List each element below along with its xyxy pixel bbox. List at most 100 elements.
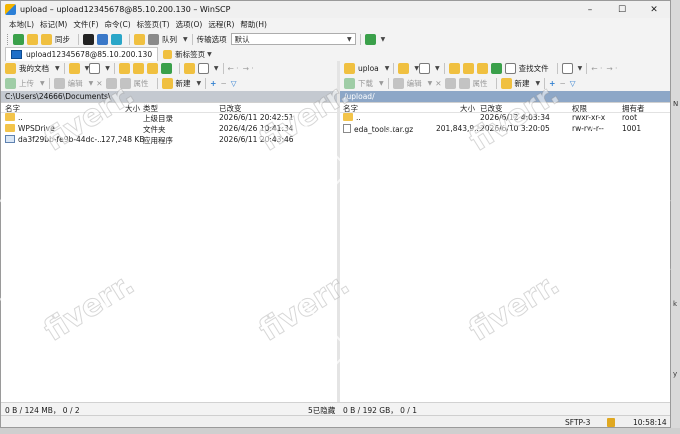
home-icon[interactable]	[146, 63, 158, 74]
transfer-preset-select[interactable]: 默认 ▼	[230, 33, 356, 45]
menu-tabs[interactable]: 标签页(T)	[137, 19, 170, 30]
minimize-button[interactable]: –	[574, 1, 606, 18]
remote-file-list[interactable]: 名字 大小 已改变 权限 拥有者 .. 2026/6/12 4:03:34 rw…	[340, 102, 670, 402]
terminal-icon[interactable]	[83, 33, 94, 45]
chevron-down-icon[interactable]: ▼	[428, 80, 433, 87]
remote-path-bar[interactable]: /upload/	[340, 91, 670, 102]
open-folder-icon[interactable]	[398, 63, 410, 74]
chevron-down-icon[interactable]: ▼	[197, 80, 202, 87]
chevron-down-icon[interactable]: ▼	[55, 65, 60, 72]
refresh-icon[interactable]	[160, 63, 172, 74]
rename-icon[interactable]	[444, 78, 456, 89]
bookmark-icon[interactable]	[183, 63, 195, 74]
edit-button[interactable]: 编辑	[68, 78, 83, 89]
refresh-icon[interactable]	[490, 63, 502, 74]
back-icon[interactable]: ← ·	[591, 64, 602, 73]
chevron-down-icon[interactable]: ▼	[105, 65, 110, 72]
menu-options[interactable]: 选项(O)	[176, 19, 203, 30]
menu-remote[interactable]: 远程(R)	[208, 19, 234, 30]
lock-icon[interactable]	[607, 418, 615, 427]
add-icon[interactable]	[13, 33, 24, 45]
chevron-down-icon[interactable]: ▼	[183, 36, 188, 43]
local-location[interactable]: 我的文档	[19, 63, 49, 74]
edit-icon	[53, 78, 65, 89]
list-item[interactable]: eda_tools.tar.gz 201,843,9... 2026/6/10 …	[340, 124, 670, 135]
menu-help[interactable]: 帮助(H)	[240, 19, 267, 30]
root-dir-icon[interactable]	[132, 63, 144, 74]
view-icon[interactable]	[197, 63, 209, 74]
transfer-settings-icon[interactable]	[364, 33, 376, 45]
tab-new[interactable]: 新标签页 ▼	[158, 47, 217, 61]
menu-local[interactable]: 本地(L)	[9, 19, 34, 30]
download-icon	[344, 78, 355, 89]
chevron-down-icon[interactable]: ▼	[379, 80, 384, 87]
sync-button[interactable]: 同步	[55, 34, 70, 45]
remote-location[interactable]: uploa	[358, 64, 379, 73]
upload-button[interactable]: 上传	[19, 78, 34, 89]
parent-dir-icon[interactable]	[118, 63, 130, 74]
chevron-down-icon[interactable]: ▼	[385, 65, 390, 72]
session-time: 10:58:14	[633, 418, 667, 427]
menu-files[interactable]: 文件(F)	[73, 19, 98, 30]
chevron-down-icon: ▼	[207, 50, 212, 58]
menu-mark[interactable]: 标记(M)	[40, 19, 67, 30]
chevron-down-icon: ▼	[347, 35, 352, 43]
list-item[interactable]: da3f29bb-fe9b-44dc-... 127,248 KB 应用程序 2…	[1, 135, 337, 146]
menu-commands[interactable]: 命令(C)	[105, 19, 131, 30]
tab-session[interactable]: upload12345678@85.10.200.130	[5, 47, 159, 61]
chevron-down-icon[interactable]: ▼	[40, 80, 45, 87]
local-path-bar[interactable]: C:\Users\24666\Documents\	[1, 91, 337, 102]
select-all-icon[interactable]: +	[210, 79, 216, 88]
transfer-options-label: 传输选项	[196, 34, 227, 44]
new-button[interactable]: 新建	[515, 78, 530, 89]
chevron-down-icon[interactable]: ▼	[536, 80, 541, 87]
forward-icon[interactable]: → ·	[606, 64, 617, 73]
chevron-down-icon[interactable]: ▼	[214, 65, 219, 72]
edit-icon	[392, 78, 404, 89]
chevron-down-icon[interactable]: ▼	[89, 80, 94, 87]
filter-select-icon[interactable]: ▽	[231, 79, 237, 88]
sessions-icon[interactable]	[97, 33, 108, 45]
chevron-down-icon[interactable]: ▼	[381, 36, 386, 43]
sync-icon	[41, 33, 52, 45]
select-all-icon[interactable]: +	[549, 79, 555, 88]
new-button[interactable]: 新建	[176, 78, 191, 89]
parent-dir-icon[interactable]	[448, 63, 460, 74]
folder-icon	[344, 63, 355, 74]
back-icon[interactable]: ← ·	[228, 64, 239, 73]
list-item[interactable]: .. 2026/6/12 4:03:34 rwxr-xr-x root	[340, 113, 670, 124]
winscp-app-icon	[5, 4, 16, 15]
open-folder-icon[interactable]	[68, 63, 80, 74]
filter-icon[interactable]	[419, 63, 431, 74]
unselect-icon[interactable]: −	[220, 79, 226, 88]
edit-button[interactable]: 编辑	[407, 78, 422, 89]
rename-icon[interactable]	[105, 78, 117, 89]
download-button[interactable]: 下载	[358, 78, 373, 89]
view-icon[interactable]	[561, 63, 573, 74]
preferences-gear-icon[interactable]	[134, 33, 145, 45]
list-item[interactable]: .. 上级目录 2026/6/11 20:42:51	[1, 113, 337, 124]
filter-select-icon[interactable]: ▽	[570, 79, 576, 88]
delete-icon[interactable]: ✕	[96, 79, 102, 88]
queue-button[interactable]: 队列	[162, 34, 177, 45]
session-tabs: upload12345678@85.10.200.130 新标签页 ▼	[1, 47, 670, 61]
compare-icon[interactable]	[27, 33, 38, 45]
filter-icon[interactable]	[89, 63, 101, 74]
unselect-icon[interactable]: −	[559, 79, 565, 88]
file-icon	[343, 124, 351, 133]
forward-icon[interactable]: → ·	[243, 64, 254, 73]
delete-icon[interactable]: ✕	[435, 79, 441, 88]
find-files-button[interactable]: 查找文件	[519, 63, 549, 74]
refresh-session-icon[interactable]	[111, 33, 122, 45]
chevron-down-icon[interactable]: ▼	[435, 65, 440, 72]
local-file-list[interactable]: 名字 大小 类型 已改变 .. 上级目录 2026/6/11 20:42:51 …	[1, 102, 337, 402]
chevron-down-icon[interactable]: ▼	[578, 65, 583, 72]
home-icon[interactable]	[476, 63, 488, 74]
maximize-button[interactable]: ☐	[606, 1, 638, 18]
list-item[interactable]: WPSDrive 文件夹 2026/4/26 10:41:34	[1, 124, 337, 135]
status-bar: SFTP-3 10:58:14	[1, 415, 670, 427]
properties-button[interactable]: 属性	[134, 78, 149, 89]
properties-button[interactable]: 属性	[473, 78, 488, 89]
close-button[interactable]: ✕	[638, 1, 670, 18]
root-dir-icon[interactable]	[462, 63, 474, 74]
